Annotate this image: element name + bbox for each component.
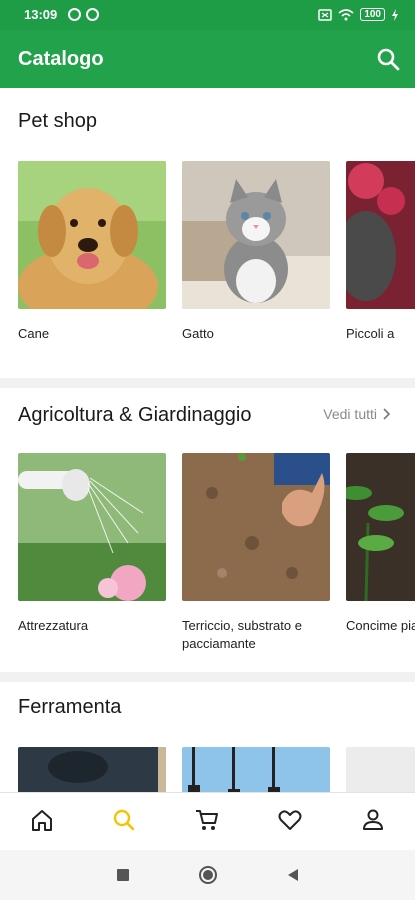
heart-icon[interactable] bbox=[277, 807, 303, 833]
notification-icon bbox=[68, 8, 81, 21]
section-title: Agricoltura & Giardinaggio bbox=[18, 404, 252, 426]
sim-icon bbox=[318, 8, 333, 21]
section-agricoltura: Agricoltura & Giardinaggio Vedi tutti At… bbox=[0, 388, 415, 672]
status-right: 100 bbox=[318, 8, 399, 21]
wifi-icon bbox=[338, 8, 354, 20]
category-label: Concime piante bbox=[346, 618, 415, 633]
home-icon[interactable] bbox=[29, 807, 55, 833]
page-title: Catalogo bbox=[18, 48, 104, 70]
category-card-piccoli-animali[interactable]: Piccoli a bbox=[346, 161, 415, 343]
battery-indicator: 100 bbox=[360, 8, 385, 21]
section-ferramenta: Ferramenta bbox=[0, 682, 415, 792]
cart-icon[interactable] bbox=[194, 807, 220, 833]
bottom-navigation bbox=[0, 792, 415, 851]
lamps-image bbox=[182, 747, 330, 792]
see-all-link[interactable]: Vedi tutti bbox=[323, 406, 391, 422]
category-label: Terriccio, substrato e pacciamante bbox=[182, 618, 302, 651]
section-pet-shop: Pet shop Cane Gatto Piccoli a bbox=[0, 88, 415, 378]
notification-icon bbox=[86, 8, 99, 21]
charging-icon bbox=[392, 8, 398, 21]
category-card-attrezzatura[interactable]: Attrezzatura bbox=[18, 453, 166, 635]
app-bar: Catalogo bbox=[0, 30, 415, 88]
system-navigation bbox=[0, 850, 415, 900]
catalog-content[interactable]: Pet shop Cane Gatto Piccoli a Agricoltur… bbox=[0, 88, 415, 792]
chevron-right-icon bbox=[383, 408, 391, 420]
back-button[interactable] bbox=[286, 868, 300, 882]
category-label: Piccoli a bbox=[346, 326, 395, 341]
category-label: Attrezzatura bbox=[18, 618, 89, 633]
soil-image bbox=[182, 453, 330, 601]
search-icon[interactable] bbox=[111, 807, 137, 833]
recents-button[interactable] bbox=[116, 868, 130, 882]
category-label: Cane bbox=[18, 326, 50, 341]
category-card-gatto[interactable]: Gatto bbox=[182, 161, 330, 343]
dog-image bbox=[18, 161, 166, 309]
category-card-cane[interactable]: Cane bbox=[18, 161, 166, 343]
user-icon[interactable] bbox=[360, 807, 386, 833]
see-all-label: Vedi tutti bbox=[323, 406, 377, 422]
category-label: Gatto bbox=[182, 326, 214, 341]
plant-image bbox=[346, 453, 415, 601]
search-icon[interactable] bbox=[375, 46, 401, 72]
category-card[interactable] bbox=[346, 747, 415, 792]
hardware-image bbox=[18, 747, 166, 792]
cat-image bbox=[182, 161, 330, 309]
section-divider bbox=[0, 672, 415, 682]
section-divider bbox=[0, 378, 415, 388]
category-card-terriccio[interactable]: Terriccio, substrato e pacciamante bbox=[182, 453, 330, 653]
category-card[interactable] bbox=[182, 747, 330, 792]
section-title: Ferramenta bbox=[18, 696, 122, 718]
home-button[interactable] bbox=[199, 866, 217, 884]
section-title: Pet shop bbox=[18, 110, 97, 132]
small-animals-image bbox=[346, 161, 415, 309]
category-card-concime[interactable]: Concime piante bbox=[346, 453, 415, 635]
watering-image bbox=[18, 453, 166, 601]
status-bar: 13:09 100 bbox=[0, 0, 415, 30]
category-card[interactable] bbox=[18, 747, 166, 792]
status-time: 13:09 bbox=[24, 7, 58, 22]
category-image bbox=[346, 747, 415, 792]
